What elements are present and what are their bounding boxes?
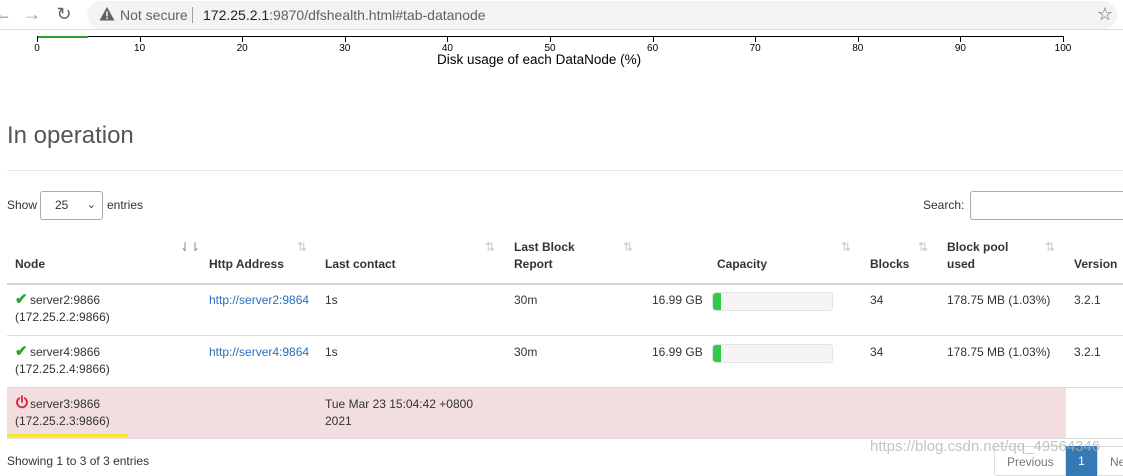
header-block-pool-line1[interactable]: Block pool <box>947 239 1008 256</box>
node-name: server4:9866 <box>30 345 101 359</box>
section-title: In operation <box>7 122 134 149</box>
header-blocks[interactable]: Blocks <box>870 256 909 273</box>
capacity-value: 16.99 GB <box>652 293 703 307</box>
power-icon <box>16 395 28 409</box>
section-divider <box>7 170 1123 171</box>
last-contact: 1s <box>325 345 338 359</box>
header-last-block-report-line2[interactable]: Report <box>514 256 553 273</box>
page-length-value: 25 <box>55 198 69 212</box>
table-header-rule <box>7 283 1123 285</box>
warning-icon <box>99 7 115 21</box>
capacity-bar <box>712 344 833 363</box>
node-name: server2:9866 <box>30 293 101 307</box>
axis-tick-label: 90 <box>954 43 966 54</box>
url-text[interactable]: 172.25.2.1:9870/dfshealth.html#tab-datan… <box>203 7 486 23</box>
axis-tick <box>344 36 346 42</box>
version-value: 3.2.1 <box>1074 293 1101 307</box>
axis-tick <box>447 36 449 42</box>
sort-icon[interactable]: ⇅ <box>623 240 633 254</box>
capacity-bar <box>712 292 833 311</box>
version-value: 3.2.1 <box>1074 345 1101 359</box>
check-icon: ✔ <box>15 291 28 308</box>
axis-tick <box>1063 36 1064 42</box>
histogram-bar <box>37 36 89 38</box>
omnibox-divider <box>192 7 193 23</box>
chevron-down-icon: ⌄ <box>86 199 96 211</box>
last-contact: 1s <box>325 293 338 307</box>
watermark: https://blog.csdn.net/qq_49564346 <box>870 438 1101 455</box>
row-divider <box>7 335 1123 336</box>
axis-tick-label: 70 <box>749 43 761 54</box>
show-label: Show <box>7 198 38 212</box>
axis-tick <box>139 36 141 42</box>
highlight-underline <box>7 434 128 437</box>
axis-tick-label: 80 <box>852 43 864 54</box>
sort-asc-icon[interactable]: ⇃⇂ <box>180 240 200 254</box>
http-link[interactable]: http://server2:9864 <box>209 293 309 307</box>
last-block-report: 30m <box>514 293 538 307</box>
axis-tick <box>652 36 654 42</box>
last-block-report: 30m <box>514 345 538 359</box>
capacity-value: 16.99 GB <box>652 345 703 359</box>
capacity-bar-fill <box>713 345 722 362</box>
next-page-button[interactable]: Ne <box>1097 446 1123 476</box>
header-block-pool-line2[interactable]: used <box>947 256 975 273</box>
blocks-value: 34 <box>870 293 884 307</box>
table-row-dead <box>7 388 1066 438</box>
check-icon: ✔ <box>15 343 28 360</box>
header-capacity[interactable]: Capacity <box>717 256 767 273</box>
table-info: Showing 1 to 3 of 3 entries <box>7 454 150 468</box>
node-address: (172.25.2.3:9866) <box>15 414 110 428</box>
http-link[interactable]: http://server4:9864 <box>209 345 309 359</box>
axis-tick-label: 30 <box>339 43 351 54</box>
block-pool-used: 178.75 MB (1.03%) <box>947 345 1051 359</box>
header-node[interactable]: Node <box>15 256 45 273</box>
sort-icon[interactable]: ⇅ <box>485 240 495 254</box>
axis-tick <box>755 36 757 42</box>
sort-icon[interactable]: ⇅ <box>841 240 851 254</box>
axis-tick <box>550 36 551 42</box>
node-address: (172.25.2.2:9866) <box>15 310 110 324</box>
sort-icon[interactable]: ⇅ <box>918 240 928 254</box>
sort-icon[interactable]: ⇅ <box>297 240 307 254</box>
header-last-contact[interactable]: Last contact <box>325 256 396 273</box>
header-http-address[interactable]: Http Address <box>209 256 284 273</box>
blocks-value: 34 <box>870 345 884 359</box>
last-contact-line1: Tue Mar 23 15:04:42 +0800 <box>325 397 473 411</box>
http-address-link[interactable]: http://server4:9864 <box>209 344 309 361</box>
axis-tick <box>242 36 244 42</box>
axis-tick <box>960 36 962 42</box>
back-arrow-icon[interactable]: ← <box>0 3 14 25</box>
axis-tick <box>37 36 38 42</box>
reload-icon[interactable]: ↻ <box>53 3 75 25</box>
axis-tick-label: 20 <box>236 43 248 54</box>
browser-toolbar: ← → ↻ Not secure 172.25.2.1:9870/dfsheal… <box>0 0 1123 30</box>
sort-icon[interactable]: ⇅ <box>1045 240 1055 254</box>
last-contact-line2: 2021 <box>325 414 352 428</box>
node-address: (172.25.2.4:9866) <box>15 362 110 376</box>
axis-title: Disk usage of each DataNode (%) <box>437 52 642 67</box>
http-address-link[interactable]: http://server2:9864 <box>209 292 309 309</box>
block-pool-used: 178.75 MB (1.03%) <box>947 293 1051 307</box>
security-label: Not secure <box>120 7 188 23</box>
axis-tick <box>857 36 859 42</box>
page-length-select[interactable]: 25 ⌄ <box>40 191 103 220</box>
capacity-bar-fill <box>713 293 722 310</box>
bookmark-star-icon[interactable]: ☆ <box>1097 4 1113 25</box>
node-name: server3:9866 <box>30 397 101 411</box>
url-host: 172.25.2.1 <box>203 7 270 23</box>
forward-arrow-icon[interactable]: → <box>21 3 43 25</box>
axis-tick-label: 10 <box>134 43 146 54</box>
header-last-block-report-line1[interactable]: Last Block <box>514 239 575 256</box>
address-bar[interactable]: Not secure 172.25.2.1:9870/dfshealth.htm… <box>87 1 1117 29</box>
search-input[interactable] <box>970 191 1123 220</box>
axis-tick-label: 60 <box>647 43 659 54</box>
url-path: :9870/dfshealth.html#tab-datanode <box>269 7 486 23</box>
entries-label: entries <box>107 198 144 212</box>
axis-tick-label: 100 <box>1054 43 1072 54</box>
axis-tick-label: 0 <box>34 43 40 54</box>
search-label: Search: <box>923 198 965 212</box>
header-version[interactable]: Version <box>1074 256 1117 273</box>
